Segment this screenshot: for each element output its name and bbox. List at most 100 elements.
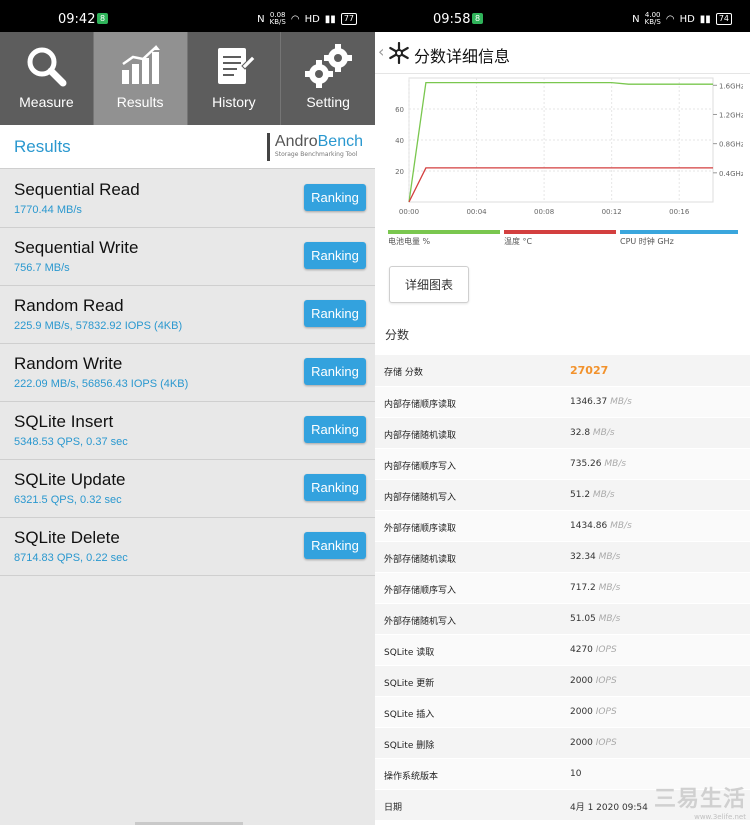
y-tick-label: 60 (395, 106, 404, 114)
list-item: Random Read 225.9 MB/s, 57832.92 IOPS (4… (0, 286, 375, 344)
tab-history[interactable]: History (188, 32, 282, 125)
battery-icon: 77 (340, 13, 357, 25)
result-value: 6321.5 QPS, 0.32 sec (14, 494, 122, 506)
tab-results[interactable]: Results (93, 32, 188, 125)
result-name: Random Read (14, 296, 124, 315)
back-icon[interactable]: ‹ (378, 42, 384, 61)
x-tick-label: 00:00 (399, 208, 419, 216)
score-unit: MB/s (592, 428, 615, 438)
table-row: 内部存储随机读取 32.8 MB/s (375, 418, 750, 449)
list-item: Sequential Write 756.7 MB/s Ranking (0, 228, 375, 286)
score-table: 存储 分数 27027 内部存储顺序读取 1346.37 MB/s 内部存储随机读取 32… (375, 355, 750, 821)
score-label: SQLite 删除 (384, 741, 435, 751)
ranking-button[interactable]: Ranking (304, 184, 366, 211)
score-unit: IOPS (595, 645, 617, 655)
result-value: 225.9 MB/s, 57832.92 IOPS (4KB) (14, 320, 183, 332)
score-label: SQLite 更新 (384, 679, 435, 689)
score-label: 外部存储随机写入 (384, 617, 457, 627)
clipboard-icon (217, 48, 256, 84)
y-tick-label: 20 (395, 168, 404, 176)
result-name: SQLite Insert (14, 412, 114, 431)
androbench-results-screen: 09:42 8 N 0.08 KB/S ◠ HD ▮▮ 77 Measure R… (0, 0, 375, 825)
ranking-button[interactable]: Ranking (304, 242, 366, 269)
network-speed: 0.08 KB/S (269, 11, 286, 26)
score-label: 内部存储顺序读取 (384, 400, 457, 410)
battery-temp-chart: 20 40 60 0.4GHz 0.8GHz 1.2GHz 1.6GHz 00:00 00:04… (383, 74, 745, 224)
ranking-button[interactable]: Ranking (304, 532, 366, 559)
score-unit: MB/s (610, 521, 632, 531)
score-value: 51.2 MB/s (570, 490, 615, 500)
tab-measure-label: Measure (19, 94, 74, 110)
network-type: HD (679, 13, 695, 25)
androbench-logo: AndroBench Storage Benchmarking Tool (266, 133, 363, 161)
result-name: Sequential Write (14, 238, 139, 257)
score-value: 2000 IOPS (570, 707, 617, 717)
magnifier-icon (27, 47, 67, 87)
network-speed: 4.00 KB/S (644, 11, 661, 26)
page-title: Results (14, 137, 71, 156)
list-item: SQLite Update 6321.5 QPS, 0.32 sec Ranki… (0, 460, 375, 518)
score-value: 27027 (570, 364, 609, 377)
legend-swatch-cpu (620, 230, 738, 234)
battery-icon: 74 (715, 13, 732, 25)
result-name: Random Write (14, 354, 123, 373)
nfc-icon: N (632, 13, 640, 25)
results-header: Results AndroBench Storage Benchmarking … (0, 125, 375, 169)
table-row: SQLite 删除 2000 IOPS (375, 728, 750, 759)
signal-icon: ▮▮ (699, 13, 711, 25)
ranking-button[interactable]: Ranking (304, 474, 366, 501)
score-unit: MB/s (598, 614, 621, 624)
score-label: SQLite 插入 (384, 710, 435, 720)
score-value: 717.2 MB/s (570, 583, 621, 593)
score-label: 操作系统版本 (384, 772, 439, 782)
x-tick-label: 00:08 (534, 208, 554, 216)
wifi-icon: ◠ (290, 13, 300, 25)
list-item: SQLite Insert 5348.53 QPS, 0.37 sec Rank… (0, 402, 375, 460)
table-row: SQLite 更新 2000 IOPS (375, 666, 750, 697)
score-label: 日期 (384, 803, 403, 813)
status-bar: 09:42 8 N 0.08 KB/S ◠ HD ▮▮ 77 (0, 0, 375, 32)
score-value: 32.8 MB/s (570, 428, 615, 438)
legend-swatch-temperature (504, 230, 616, 234)
page-title: 分数详细信息 (414, 47, 511, 66)
score-value: 10 (570, 769, 582, 779)
watermark-logo: 三易生活 www.3elife.net (653, 787, 746, 821)
score-label: 外部存储顺序写入 (384, 586, 457, 596)
tab-history-label: History (212, 94, 256, 110)
score-value: 1434.86 MB/s (570, 521, 632, 531)
ranking-button[interactable]: Ranking (304, 300, 366, 327)
score-label: 外部存储随机读取 (384, 555, 457, 565)
score-label: SQLite 读取 (384, 648, 435, 658)
score-value: 4月 1 2020 09:54 (570, 803, 648, 813)
nfc-icon: N (257, 13, 265, 25)
score-value: 2000 IOPS (570, 738, 617, 748)
wifi-icon: ◠ (665, 13, 675, 25)
results-list: Sequential Read 1770.44 MB/s Ranking Seq… (0, 170, 375, 576)
result-value: 5348.53 QPS, 0.37 sec (14, 436, 128, 448)
y-right-tick-label: 0.8GHz (719, 141, 743, 149)
ranking-button[interactable]: Ranking (304, 416, 366, 443)
status-icons: N 4.00 KB/S ◠ HD ▮▮ 74 (632, 12, 732, 26)
ranking-button[interactable]: Ranking (304, 358, 366, 385)
x-tick-label: 00:16 (669, 208, 690, 216)
y-right-tick-label: 0.4GHz (719, 170, 743, 178)
y-right-tick-label: 1.6GHz (719, 82, 743, 90)
detail-chart-button[interactable]: 详细图表 (389, 266, 469, 303)
result-value: 756.7 MB/s (14, 262, 70, 274)
table-row: 外部存储顺序写入 717.2 MB/s (375, 573, 750, 604)
tab-setting[interactable]: Setting (281, 32, 375, 125)
tab-measure[interactable]: Measure (0, 32, 94, 125)
y-tick-label: 40 (395, 137, 404, 145)
table-row: SQLite 插入 2000 IOPS (375, 697, 750, 728)
gears-icon (305, 44, 353, 88)
table-row: 内部存储顺序写入 735.26 MB/s (375, 449, 750, 480)
score-label: 内部存储随机写入 (384, 493, 457, 503)
score-unit: MB/s (610, 397, 632, 407)
result-name: Sequential Read (14, 180, 140, 199)
score-unit: MB/s (598, 552, 621, 562)
x-tick-label: 00:04 (466, 208, 487, 216)
bar-chart-icon (122, 45, 161, 84)
chart-legend: 电池电量 % 温度 °C CPU 时钟 GHz (388, 230, 738, 250)
list-item: Random Write 222.09 MB/s, 56856.43 IOPS … (0, 344, 375, 402)
legend-battery: 电池电量 % (388, 230, 500, 250)
